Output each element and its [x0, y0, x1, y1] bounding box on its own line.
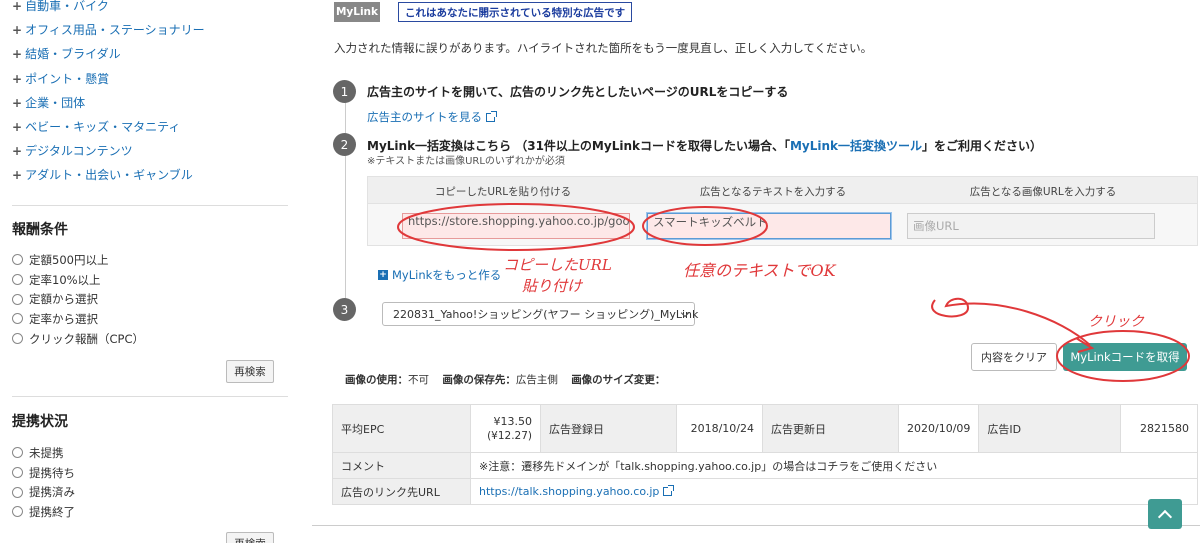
col-text-header: 広告となるテキストを入力する: [699, 186, 847, 198]
table-row: 広告のリンク先URL https://talk.shopping.yahoo.c…: [332, 478, 1198, 505]
reward-radio[interactable]: 定率から選択: [12, 309, 144, 329]
radio-icon[interactable]: [12, 333, 23, 345]
radio-icon[interactable]: [12, 313, 23, 325]
annotation-any-text: 任意のテキストでOK: [683, 261, 836, 280]
comment-label: コメント: [332, 452, 471, 479]
mylink-input-panel: コピーしたURLを貼り付ける 広告となるテキストを入力する 広告となる画像URL…: [367, 176, 1198, 246]
status-radio[interactable]: 提携待ち: [12, 463, 75, 483]
site-select[interactable]: 220831_Yahoo!ショッピング(ヤフー ショッピング)_MyLink: [382, 302, 698, 326]
external-link-icon: [663, 485, 675, 496]
ad-text-input[interactable]: スマートキッズベルト: [647, 213, 891, 239]
plus-icon: +: [12, 119, 23, 134]
reward-radio[interactable]: 定額から選択: [12, 289, 144, 309]
plus-icon: +: [12, 95, 23, 110]
radio-icon[interactable]: [12, 447, 23, 459]
step-1-title: 広告主のサイトを開いて、広告のリンク先としたいページのURLをコピーする: [367, 85, 789, 99]
sidebar: + 自動車・バイク + オフィス用品・ステーショナリー + 結婚・ブライダル + ポイン…: [0, 0, 290, 543]
updated-date-value: 2020/10/09: [897, 404, 980, 453]
step-3-badge: 3: [333, 298, 356, 321]
url-input[interactable]: https://store.shopping.yahoo.co.jp/good-: [402, 213, 630, 239]
chevron-up-icon: [1157, 509, 1173, 524]
status-research-button[interactable]: 再検索: [226, 532, 274, 543]
comment-value: ※注意：遷移先ドメインが「talk.shopping.yahoo.co.jp」の…: [470, 452, 1198, 479]
category-item[interactable]: + ベビー・キッズ・マタニティ: [12, 117, 205, 141]
link-url-cell: https://talk.shopping.yahoo.co.jp: [470, 478, 1198, 505]
reward-radio[interactable]: 定率10%以上: [12, 270, 144, 290]
plus-icon: +: [378, 270, 388, 280]
category-item[interactable]: + デジタルコンテンツ: [12, 141, 205, 165]
reward-radio[interactable]: クリック報酬（CPC）: [12, 329, 144, 349]
divider: [12, 396, 288, 397]
image-url-input[interactable]: 画像URL: [907, 213, 1155, 239]
step-1-badge: 1: [333, 80, 356, 103]
status-radio[interactable]: 未提携: [12, 443, 75, 463]
radio-icon[interactable]: [12, 254, 23, 266]
col-url-header: コピーしたURLを貼り付ける: [434, 186, 572, 198]
plus-icon: +: [12, 168, 23, 183]
reward-options: 定額500円以上 定率10%以上 定額から選択 定率から選択 クリック報酬（CP…: [12, 250, 144, 348]
annotation-paste-url: コピーしたURL: [503, 256, 612, 274]
image-options: 画像の使用：不可 画像の保存先：広告主側 画像のサイズ変更：: [345, 374, 666, 386]
ad-id-label: 広告ID: [978, 404, 1122, 453]
annotation-click: クリック: [1088, 314, 1144, 330]
category-item[interactable]: + 企業・団体: [12, 93, 205, 117]
status-radio[interactable]: 提携終了: [12, 502, 75, 522]
input-panel-header: コピーしたURLを貼り付ける 広告となるテキストを入力する 広告となる画像URL…: [368, 177, 1197, 204]
error-message: 入力された情報に誤りがあります。ハイライトされた箇所をもう一度見直し、正しく入力…: [334, 41, 873, 55]
registered-date-value: 2018/10/24: [676, 404, 763, 453]
mylink-tag: MyLink: [334, 2, 380, 22]
plus-icon: +: [12, 144, 23, 159]
category-list: + 自動車・バイク + オフィス用品・ステーショナリー + 結婚・ブライダル + ポイン…: [12, 0, 205, 190]
more-mylink-link[interactable]: + MyLinkをもっと作る: [378, 267, 501, 283]
step-2-badge: 2: [333, 133, 356, 156]
plus-icon: +: [12, 0, 23, 13]
col-image-header: 広告となる画像URLを入力する: [969, 186, 1117, 198]
table-row: 平均EPC ¥13.50 (¥12.27) 広告登録日 2018/10/24 広…: [332, 404, 1198, 453]
radio-icon[interactable]: [12, 506, 23, 518]
registered-date-label: 広告登録日: [540, 404, 677, 453]
annotation-paste: 貼り付け: [522, 277, 583, 295]
plus-icon: +: [12, 71, 23, 86]
advertiser-site-link[interactable]: 広告主のサイトを見る: [367, 109, 497, 125]
special-ad-notice: これはあなたに開示されている特別な広告です: [398, 2, 633, 22]
radio-icon[interactable]: [12, 274, 23, 286]
get-mylink-code-button[interactable]: MyLinkコードを取得: [1063, 343, 1187, 371]
divider: [12, 205, 288, 206]
category-item[interactable]: + 結婚・ブライダル: [12, 44, 205, 68]
epc-value: ¥13.50 (¥12.27): [470, 404, 541, 453]
status-radio[interactable]: 提携済み: [12, 482, 75, 502]
reward-heading: 報酬条件: [12, 222, 68, 238]
external-link-icon: [486, 111, 497, 122]
radio-icon[interactable]: [12, 293, 23, 305]
category-item[interactable]: + 自動車・バイク: [12, 0, 205, 20]
table-row: コメント ※注意：遷移先ドメインが「talk.shopping.yahoo.co…: [332, 452, 1198, 479]
plus-icon: +: [12, 47, 23, 62]
category-item[interactable]: + ポイント・懸賞: [12, 69, 205, 93]
status-options: 未提携 提携待ち 提携済み 提携終了: [12, 443, 75, 522]
reward-radio[interactable]: 定額500円以上: [12, 250, 144, 270]
category-item[interactable]: + アダルト・出会い・ギャンブル: [12, 165, 205, 189]
plus-icon: +: [12, 23, 23, 38]
status-heading: 提携状況: [12, 414, 68, 430]
ad-id-value: 2821580: [1120, 404, 1198, 453]
category-item[interactable]: + オフィス用品・ステーショナリー: [12, 20, 205, 44]
link-url-value[interactable]: https://talk.shopping.yahoo.co.jp: [479, 485, 659, 498]
updated-date-label: 広告更新日: [762, 404, 899, 453]
required-note: ※テキストまたは画像URLのいずれかが必須: [367, 156, 565, 167]
clear-button[interactable]: 内容をクリア: [971, 343, 1057, 371]
epc-label: 平均EPC: [332, 404, 471, 453]
scroll-to-top-button[interactable]: [1148, 499, 1182, 529]
radio-icon[interactable]: [12, 486, 23, 498]
step-connector: [345, 100, 346, 300]
radio-icon[interactable]: [12, 467, 23, 479]
ad-info-table: 平均EPC ¥13.50 (¥12.27) 広告登録日 2018/10/24 広…: [332, 404, 1198, 505]
reward-research-button[interactable]: 再検索: [226, 360, 274, 383]
link-url-label: 広告のリンク先URL: [332, 478, 471, 505]
bulk-convert-tool-link[interactable]: MyLink一括変換ツール: [790, 139, 922, 153]
divider: [312, 525, 1200, 526]
